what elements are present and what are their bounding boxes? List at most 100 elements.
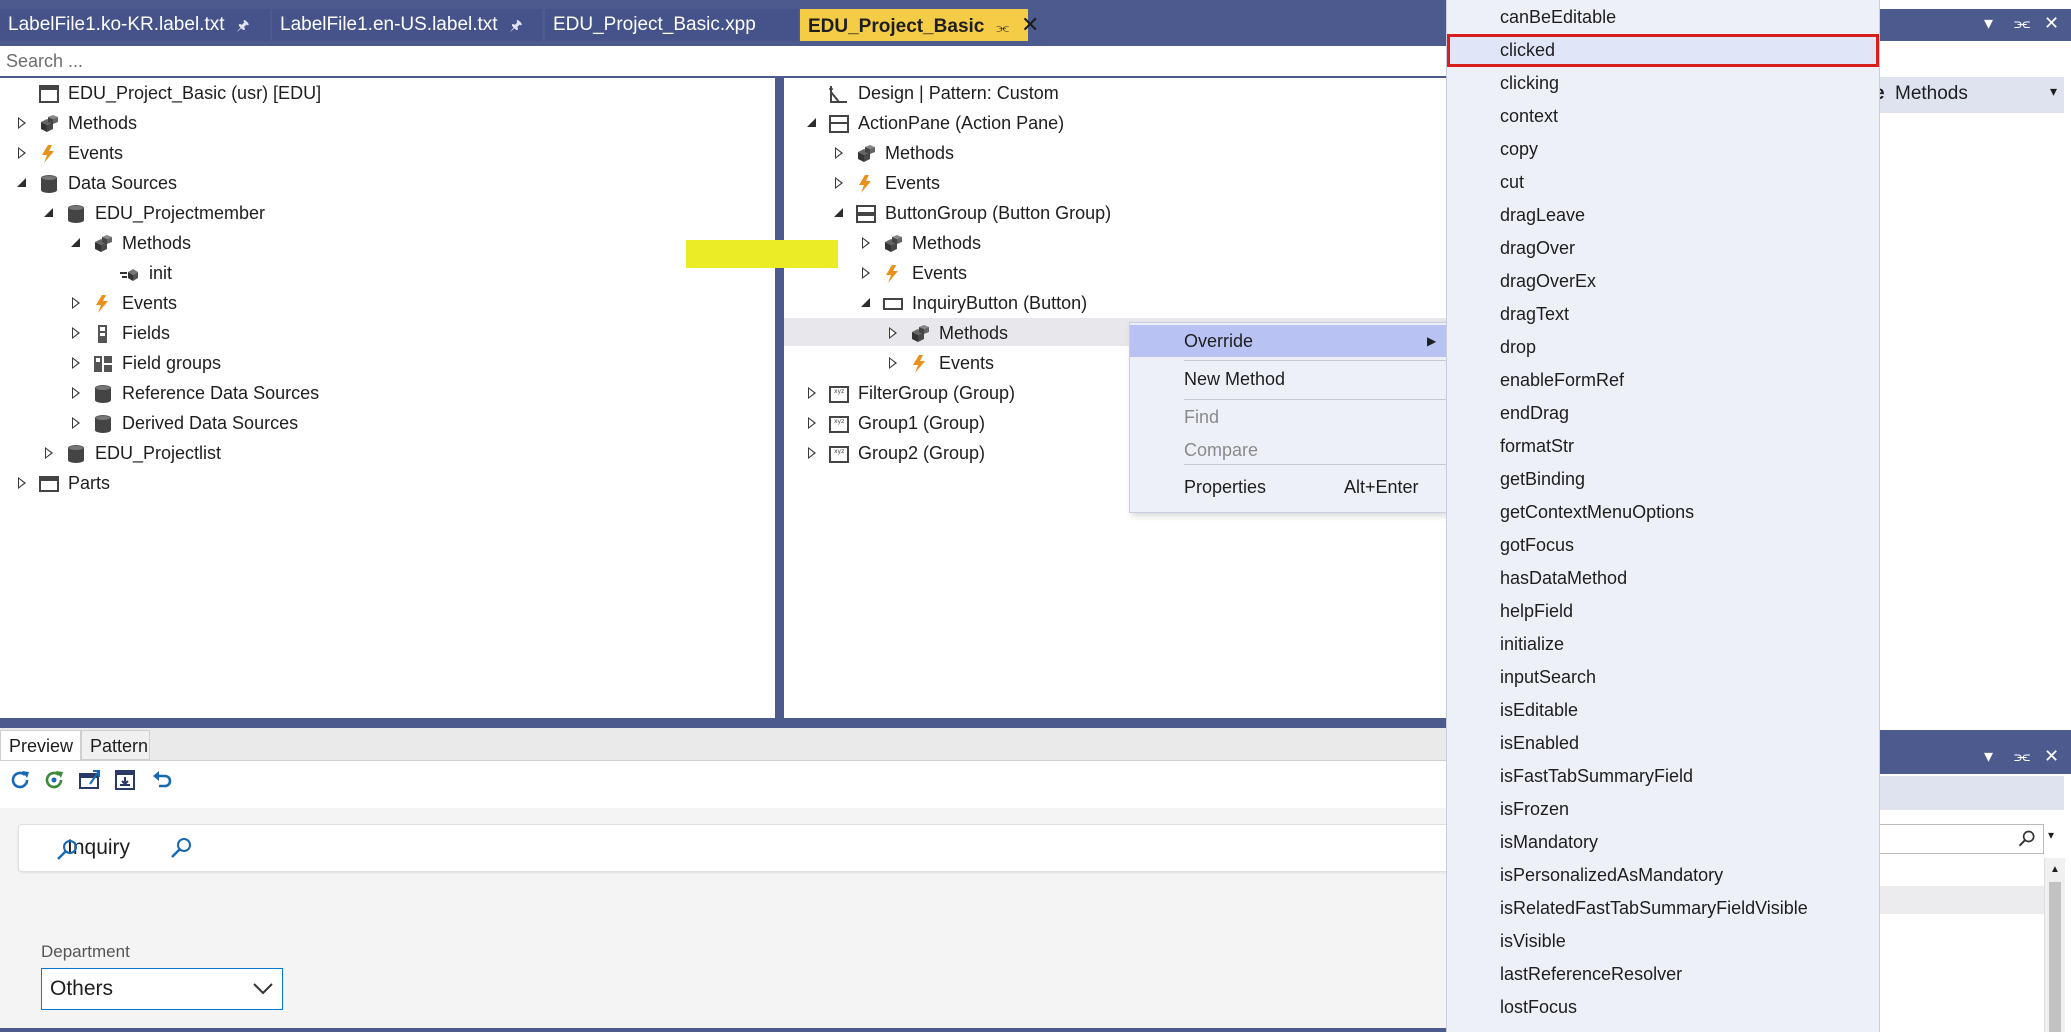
override-method-item[interactable]: dragOver	[1447, 232, 1879, 265]
open-window-icon[interactable]	[78, 768, 102, 792]
expand-arrow-icon[interactable]	[887, 348, 901, 378]
method-name: clicked	[1500, 40, 1556, 60]
override-method-item[interactable]: clicked	[1447, 34, 1879, 67]
pin-icon[interactable]: ⫘	[2014, 13, 2030, 34]
override-method-item[interactable]: isRelatedFastTabSummaryFieldVisible	[1447, 892, 1879, 925]
tab-labelfile-ko-kr[interactable]: LabelFile1.ko-KR.label.txt 🖈	[0, 9, 270, 41]
collapse-arrow-icon[interactable]	[70, 228, 84, 258]
tab-labelfile-en-us[interactable]: LabelFile1.en-US.label.txt 🖈	[272, 9, 542, 41]
override-method-item[interactable]: dragOverEx	[1447, 265, 1879, 298]
collapse-arrow-icon[interactable]	[43, 198, 57, 228]
inquiry-button[interactable]: Inquiry	[35, 831, 130, 865]
override-method-item[interactable]: isVisible	[1447, 925, 1879, 958]
dropdown-icon[interactable]: ▾	[1984, 746, 1993, 767]
override-method-item[interactable]: isPersonalizedAsMandatory	[1447, 859, 1879, 892]
refresh-all-icon[interactable]	[42, 768, 66, 792]
method-icon	[119, 263, 141, 283]
override-method-item[interactable]: context	[1447, 100, 1879, 133]
datasource-icon	[65, 443, 87, 463]
context-menu-item-override[interactable]: Override ▶	[1130, 325, 1454, 357]
tab-edu-project-basic-xpp[interactable]: EDU_Project_Basic.xpp	[545, 9, 798, 41]
collapse-arrow-icon[interactable]	[833, 198, 847, 228]
method-name: lostFocus	[1500, 997, 1578, 1017]
override-method-item[interactable]: enableFormRef	[1447, 364, 1879, 397]
expand-arrow-icon[interactable]	[833, 168, 847, 198]
override-method-item[interactable]: gotFocus	[1447, 529, 1879, 562]
override-method-item[interactable]: helpField	[1447, 595, 1879, 628]
expand-arrow-icon[interactable]	[16, 138, 30, 168]
override-method-item[interactable]: getContextMenuOptions	[1447, 496, 1879, 529]
override-method-item[interactable]: hasDataMethod	[1447, 562, 1879, 595]
override-method-item[interactable]: dragLeave	[1447, 199, 1879, 232]
chevron-up-icon[interactable]: ▲	[2050, 864, 2060, 875]
override-method-item[interactable]: lostFocus	[1447, 991, 1879, 1024]
override-method-item[interactable]: dragText	[1447, 298, 1879, 331]
search-input[interactable]	[0, 46, 1450, 76]
override-method-item[interactable]: lastReferenceResolver	[1447, 958, 1879, 991]
expand-arrow-icon[interactable]	[70, 318, 84, 348]
override-method-item[interactable]: cut	[1447, 166, 1879, 199]
expand-arrow-icon[interactable]	[860, 258, 874, 288]
override-method-item[interactable]: clicking	[1447, 67, 1879, 100]
expand-arrow-icon[interactable]	[16, 108, 30, 138]
override-method-item[interactable]: getBinding	[1447, 463, 1879, 496]
pin-icon[interactable]: ⫘	[996, 19, 1009, 35]
override-method-item[interactable]: isEditable	[1447, 694, 1879, 727]
override-method-item[interactable]: drop	[1447, 331, 1879, 364]
no-arrow	[97, 258, 111, 288]
department-select[interactable]: Others	[41, 968, 283, 1010]
context-menu-item-new-method[interactable]: New Method	[1130, 363, 1454, 395]
expand-arrow-icon[interactable]	[887, 318, 901, 348]
context-menu-item-properties[interactable]: Properties Alt+Enter	[1130, 471, 1454, 503]
tab-preview[interactable]: Preview	[0, 730, 81, 760]
tree-node-label: Methods	[912, 233, 982, 253]
expand-arrow-icon[interactable]	[70, 408, 84, 438]
override-method-item[interactable]: initialize	[1447, 628, 1879, 661]
design-icon	[828, 83, 850, 103]
tree-node-label: EDU_Projectmember	[95, 203, 266, 223]
override-method-item[interactable]: isEnabled	[1447, 727, 1879, 760]
buttongroup-icon	[855, 203, 877, 223]
expand-arrow-icon[interactable]	[70, 378, 84, 408]
form-icon	[38, 83, 60, 103]
undo-icon[interactable]	[150, 768, 174, 792]
collapse-arrow-icon[interactable]	[806, 108, 820, 138]
tab-pattern[interactable]: Pattern	[81, 730, 150, 760]
expand-arrow-icon[interactable]	[70, 288, 84, 318]
override-method-item[interactable]: endDrag	[1447, 397, 1879, 430]
pin-icon[interactable]: 🖈	[510, 17, 523, 33]
tree-node-label: Group2 (Group)	[858, 443, 986, 463]
override-method-item[interactable]: inputSearch	[1447, 661, 1879, 694]
expand-arrow-icon[interactable]	[806, 378, 820, 408]
scrollbar[interactable]: ▲	[2044, 858, 2065, 1032]
collapse-arrow-icon[interactable]	[860, 288, 874, 318]
expand-arrow-icon[interactable]	[806, 438, 820, 468]
refresh-icon[interactable]	[8, 768, 32, 792]
export-icon[interactable]	[113, 768, 137, 792]
expand-arrow-icon[interactable]	[43, 438, 57, 468]
scrollbar-thumb[interactable]	[2049, 882, 2061, 1032]
close-icon[interactable]: ✕	[2044, 746, 2059, 767]
expand-arrow-icon[interactable]	[806, 408, 820, 438]
expand-arrow-icon[interactable]	[833, 138, 847, 168]
expand-arrow-icon[interactable]	[16, 468, 30, 498]
override-method-item[interactable]: isMandatory	[1447, 826, 1879, 859]
collapse-arrow-icon[interactable]	[16, 168, 30, 198]
context-menu-item-compare: Compare	[1130, 434, 1454, 466]
pin-icon[interactable]: 🖈	[237, 17, 250, 33]
override-method-item[interactable]: formatStr	[1447, 430, 1879, 463]
expand-arrow-icon[interactable]	[860, 228, 874, 258]
preview-pane: Preview Pattern Inquiry Department Other…	[0, 728, 1454, 1028]
search-icon[interactable]	[169, 836, 193, 860]
expand-arrow-icon[interactable]	[70, 348, 84, 378]
chevron-down-icon[interactable]: ▾	[2048, 828, 2054, 842]
close-icon[interactable]: ✕	[1021, 12, 1039, 37]
close-icon[interactable]: ✕	[2044, 13, 2059, 34]
dropdown-icon[interactable]: ▾	[1984, 13, 1993, 34]
override-method-item[interactable]: canBeEditable	[1447, 1, 1879, 34]
override-method-item[interactable]: isFrozen	[1447, 793, 1879, 826]
override-method-item[interactable]: isFastTabSummaryField	[1447, 760, 1879, 793]
tab-edu-project-basic[interactable]: EDU_Project_Basic ⫘ ✕	[800, 9, 1039, 41]
pin-icon[interactable]: ⫘	[2014, 746, 2030, 767]
override-method-item[interactable]: copy	[1447, 133, 1879, 166]
